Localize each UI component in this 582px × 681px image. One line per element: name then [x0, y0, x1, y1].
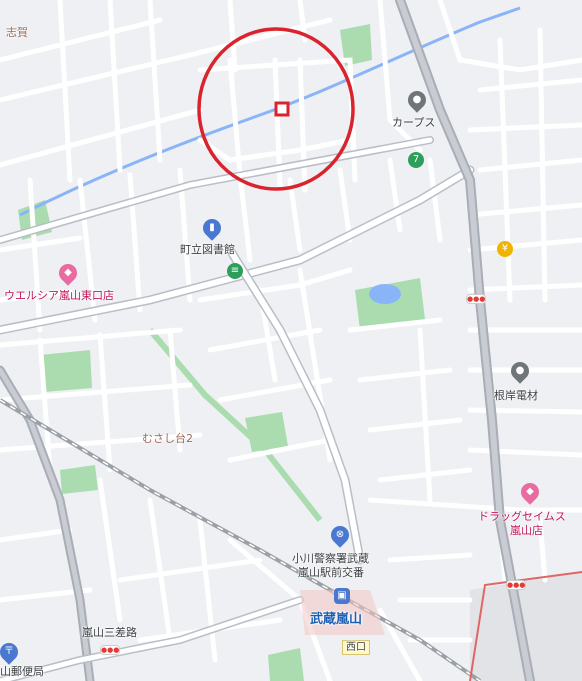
place-label-musashidai: むさし台2 [142, 432, 193, 445]
place-label-shiga: 志賀 [6, 26, 28, 39]
park [245, 412, 288, 452]
bus-stop-icon[interactable]: ≡ [227, 263, 243, 279]
traffic-light-icon: ●●● [100, 645, 120, 655]
shopping-pin-icon[interactable]: ◆ [517, 479, 543, 505]
place-label-welcia[interactable]: ウエルシア嵐山東口店 [4, 289, 114, 302]
location-pin-icon[interactable]: ● [507, 358, 533, 384]
place-label-drug-line1[interactable]: ドラッグセイムス [478, 510, 566, 523]
pond [369, 284, 401, 304]
shopping-pin-icon[interactable]: ◆ [55, 260, 81, 286]
bank-icon[interactable]: ¥ [497, 241, 513, 257]
park [40, 350, 92, 392]
map-view[interactable]: ● 7 ▮ ≡ ◆ ¥ ● ◆ ⊗ ▣ 〒 ●●● ●●● ●●● 志賀 カープ… [0, 0, 582, 681]
place-label-sansaro: 嵐山三差路 [82, 626, 137, 639]
park [268, 648, 304, 681]
traffic-light-icon: ●●● [506, 580, 526, 590]
convenience-store-icon[interactable]: 7 [408, 152, 424, 168]
place-label-west-exit[interactable]: 西口 [342, 640, 370, 655]
place-label-drug-line2[interactable]: 嵐山店 [510, 524, 543, 537]
park [60, 465, 98, 494]
train-station-icon[interactable]: ▣ [334, 588, 350, 604]
traffic-light-icon: ●●● [466, 294, 486, 304]
police-icon[interactable]: ⊗ [327, 522, 353, 548]
place-label-police-line2[interactable]: 嵐山駅前交番 [298, 566, 364, 579]
place-label-negishi[interactable]: 根岸電材 [494, 389, 538, 402]
library-icon[interactable]: ▮ [199, 215, 225, 241]
location-pin-icon[interactable]: ● [404, 87, 430, 113]
map-base-layer [0, 0, 582, 681]
place-label-post-office[interactable]: 山郵便局 [0, 665, 44, 678]
place-label-library[interactable]: 町立図書館 [180, 243, 235, 256]
selected-location-marker[interactable] [274, 101, 290, 117]
place-label-station[interactable]: 武蔵嵐山 [310, 613, 362, 626]
place-label-police-line1[interactable]: 小川警察署武蔵 [292, 552, 369, 565]
place-label-carps[interactable]: カープス [392, 116, 435, 129]
